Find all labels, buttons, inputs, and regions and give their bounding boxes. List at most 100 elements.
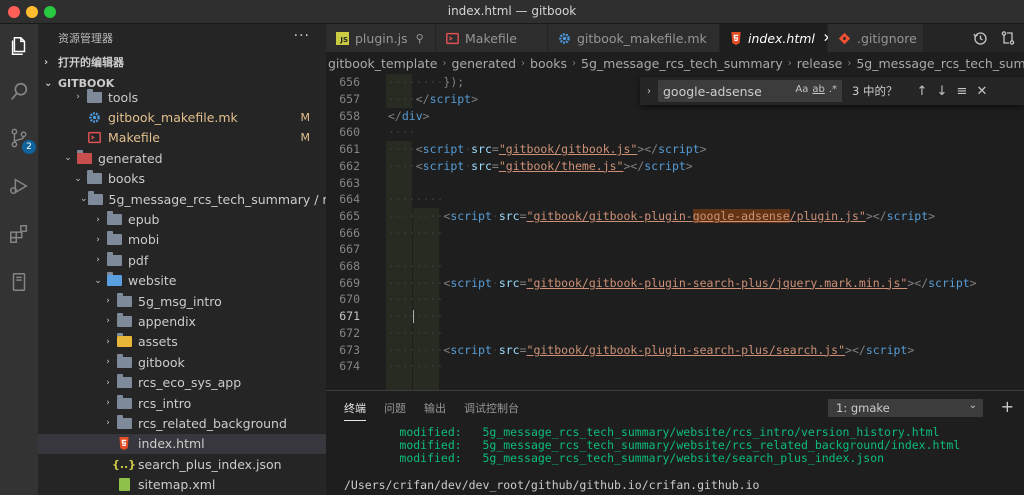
match-whole-word-button[interactable]: ab [812,84,824,95]
terminal-line: modified: 5g_message_rcs_tech_summary/we… [344,451,1024,465]
chevron-right-icon: › [106,316,110,327]
terminal-output[interactable]: modified: 5g_message_rcs_tech_summary/we… [326,425,1024,492]
breadcrumb-item[interactable]: gitbook_template [328,56,437,71]
breadcrumb-item[interactable]: 5g_message_rcs_tech_summary [581,56,783,71]
run-debug-icon[interactable] [5,172,33,200]
makefile-icon [87,132,101,144]
tree-item[interactable]: ⌄ 5g_message_rcs_tech_summary / r... [38,189,326,209]
tab-makefile[interactable]: Makefile [436,24,548,52]
folder-website-icon [106,272,122,287]
tree-item[interactable]: › rcs_eco_sys_app [38,372,326,392]
explorer-title: 资源管理器 [58,32,113,45]
breadcrumb-separator-icon: › [572,57,577,69]
tab-label: index.html [748,30,815,46]
code-text: ········ [388,259,444,274]
source-control-icon[interactable]: 2 [5,124,36,154]
chevron-right-icon: › [106,377,110,388]
tree-item[interactable]: › epub [38,209,326,229]
code-line: 670 ········ [326,291,1024,308]
line-number: 658 [339,108,360,123]
tree-item[interactable]: ⌄ website [38,271,326,291]
code-line: 673 ········<script·src="gitbook/gitbook-… [326,341,1024,358]
code-line: 668 ········ [326,258,1024,275]
tree-item[interactable]: › rcs_related_background [38,413,326,433]
tab-terminal[interactable]: 终端 [344,400,366,421]
tab-problems[interactable]: 问题 [384,400,406,416]
tree-item[interactable]: › 5g_msg_intro [38,291,326,311]
tree-item-selected[interactable]: index.html [38,433,326,455]
tree-item[interactable]: › rcs_intro [38,393,326,413]
breadcrumb-item[interactable]: books [530,56,567,71]
chevron-right-icon: › [106,418,110,429]
makefile-icon [446,32,459,44]
previous-match-icon[interactable]: ↑ [912,84,932,99]
tree-item[interactable]: ⌄ generated [38,148,326,168]
code-line: 664 ········ [326,191,1024,208]
next-match-icon[interactable]: ↓ [932,84,952,99]
extensions-icon[interactable] [5,220,33,248]
tree-item[interactable]: ⌄ books [38,169,326,189]
pin-icon[interactable]: ⚲ [416,32,424,45]
tree-item[interactable]: › appendix [38,311,326,331]
code-editor[interactable]: 656 ········}); 657 ····</script> 658 </div> 6… [326,74,1024,390]
folder-icon [116,414,132,429]
tab-label: .gitignore [857,30,917,46]
tree-item-label: Makefile [108,130,160,146]
timeline-icon[interactable] [972,30,988,46]
code-line: 674 ········ [326,358,1024,375]
compare-changes-icon[interactable] [1000,30,1016,46]
tree-item[interactable]: › mobi [38,230,326,250]
file-tree: › tools gitbook_makefile.mk M Makefile M ⌄ gene… [38,87,326,495]
breadcrumb-item[interactable]: generated [451,56,516,71]
search-icon[interactable] [5,78,33,106]
line-number: 667 [339,242,360,257]
gear-icon [559,32,570,44]
tab-html[interactable]: index.html✕ [720,24,833,52]
open-editors-section[interactable]: › 打开的编辑器 [38,52,326,72]
line-number: 663 [339,175,360,190]
git-icon [838,32,851,44]
tab-git[interactable]: .gitignore [828,24,924,52]
tree-item[interactable]: sitemap.xml [38,474,326,494]
tree-item[interactable]: › pdf [38,250,326,270]
tree-item-label: rcs_related_background [138,415,287,431]
chevron-right-icon: › [106,296,110,307]
tree-item[interactable]: gitbook_makefile.mk M [38,107,326,127]
tree-item[interactable]: {..} search_plus_index.json [38,454,326,474]
terminal-select[interactable]: 1: gmake ⌄ [828,399,983,417]
code-text: ····<script·src="gitbook/gitbook.js"></s… [388,142,707,157]
tree-item[interactable]: › gitbook [38,352,326,372]
match-case-button[interactable]: Aa [795,84,808,95]
code-text: ········<script·src="gitbook/gitbook-plu… [388,342,915,357]
breadcrumb-separator-icon: › [847,57,852,69]
breadcrumb-item[interactable]: release [797,56,843,71]
use-regex-button[interactable]: .* [829,84,837,95]
more-actions-icon[interactable]: ··· [294,28,310,44]
tab-debug-console[interactable]: 调试控制台 [464,400,519,416]
code-text: ········ [388,225,444,240]
terminal-select-value: 1: gmake [836,401,890,415]
code-line: 661 ····<script·src="gitbook/gitbook.js">… [326,141,1024,158]
folder-icon [86,88,102,103]
tab-js[interactable]: JS plugin.js ⚲ [326,24,436,52]
breadcrumb-item[interactable]: 5g_message_rcs_tech_summary [856,56,1024,71]
tree-item[interactable]: Makefile M [38,128,326,148]
tree-item[interactable]: › assets [38,332,326,352]
tree-item-label: appendix [138,313,196,329]
chevron-right-icon: › [106,357,110,368]
tab-gear[interactable]: gitbook_makefile.mk [548,24,720,52]
remote-explorer-icon[interactable] [5,268,33,296]
tab-output[interactable]: 输出 [424,400,446,416]
folder-icon [116,394,132,409]
close-find-icon[interactable]: ✕ [972,84,992,99]
tree-item-label: tools [108,89,139,105]
find-input[interactable]: google-adsense Aa ab .* [658,80,842,102]
editor-actions [972,30,1016,46]
activity-bar: 2 [0,24,38,495]
new-terminal-icon[interactable]: + [1001,397,1014,416]
explorer-icon[interactable] [5,32,33,60]
toggle-replace-icon[interactable]: › [640,86,658,97]
find-in-selection-icon[interactable]: ≡ [952,84,972,99]
folder-icon [116,292,132,307]
tree-item[interactable]: › tools [38,87,326,107]
